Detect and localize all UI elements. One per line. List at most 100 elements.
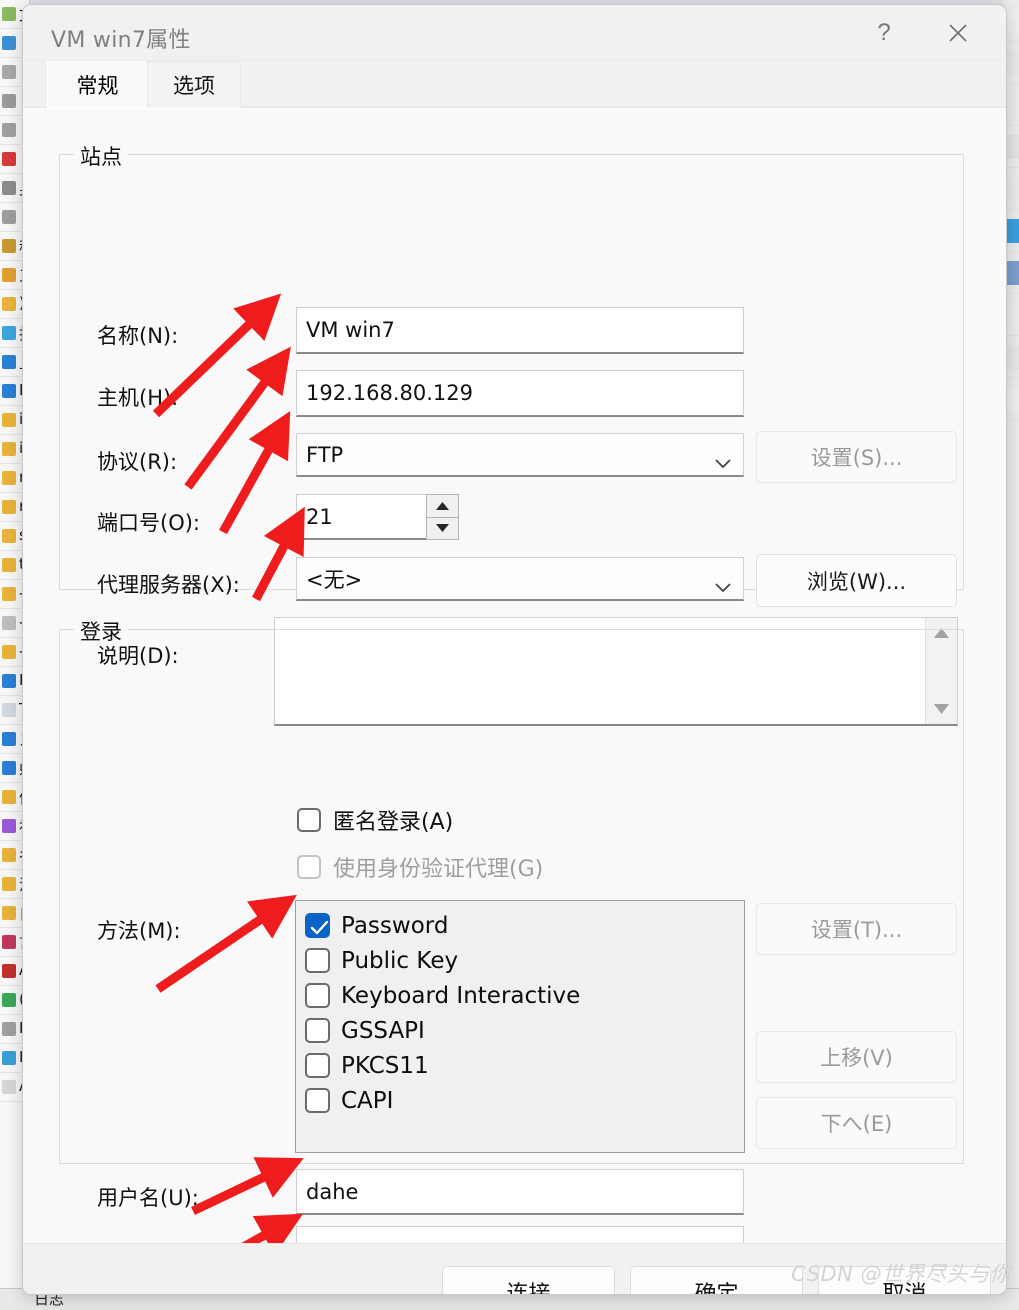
background-file-icon [2,471,16,485]
background-file-icon [2,587,16,601]
protocol-settings-label: 设置(S)... [810,446,903,470]
method-settings-button[interactable]: 设置(T)... [756,903,957,955]
background-file-icon [2,181,16,195]
checkbox-checked-icon[interactable] [305,913,330,938]
method-list-item-label: CAPI [341,1087,394,1114]
checkbox-icon[interactable] [305,1053,330,1078]
method-listbox[interactable]: Password Public Key Keyboard Interactive GS… [295,900,745,1153]
background-file-icon [2,790,16,804]
use-auth-agent-label: 使用身份验证代理(G) [333,857,544,882]
dialog-body: 站点 名称(N): VM win7 主机(H): 192.168.80.129 … [23,108,1006,1272]
method-list-item[interactable]: Password [305,908,744,943]
background-file-icon [2,558,16,572]
ok-button[interactable]: 确定 [630,1266,803,1295]
method-move-down-button[interactable]: 下へ(E) [756,1097,957,1149]
tab-options[interactable]: 选项 [147,61,241,108]
port-spin-buttons [426,494,459,540]
username-input[interactable]: dahe [296,1169,744,1215]
method-list-item-label: Keyboard Interactive [341,982,581,1009]
background-file-icon [2,616,16,630]
anonymous-login-label: 匿名登录(A) [333,810,454,835]
tab-options-label: 选项 [173,74,215,98]
background-file-icon [2,819,16,833]
port-input[interactable]: 21 [296,494,426,540]
method-settings-label: 设置(T)... [810,918,903,942]
background-file-icon [2,94,16,108]
method-list-item-label: GSSAPI [341,1017,425,1044]
login-group-title: 登录 [74,616,128,646]
method-list-item[interactable]: GSSAPI [305,1013,744,1048]
close-icon[interactable] [928,5,988,61]
name-input[interactable]: VM win7 [296,307,744,354]
checkbox-icon [297,808,321,832]
proxy-label: 代理服务器(X): [97,573,240,597]
tab-general[interactable]: 常规 [47,61,147,108]
checkbox-icon[interactable] [305,948,330,973]
background-file-icon [2,65,16,79]
method-list-item-label: PKCS11 [341,1052,429,1079]
connect-label: 连接 [506,1282,551,1295]
background-file-icon [2,1080,16,1094]
protocol-settings-button[interactable]: 设置(S)... [756,431,957,483]
background-file-icon [2,152,16,166]
checkbox-icon[interactable] [305,1088,330,1113]
host-label: 主机(H): [97,386,179,410]
background-file-icon [2,297,16,311]
background-file-icon [2,268,16,282]
background-file-icon [2,442,16,456]
protocol-value: FTP [306,442,344,467]
background-file-icon [2,993,16,1007]
protocol-label: 协议(R): [97,450,178,474]
method-list-item-label: Password [341,912,449,939]
background-file-icon [2,1022,16,1036]
method-list-item[interactable]: CAPI [305,1083,744,1118]
background-file-icon [2,935,16,949]
watermark: CSDN @世界尽头与你 [791,1262,1011,1286]
background-file-icon [2,877,16,891]
background-file-icon [2,732,16,746]
site-properties-dialog: VM win7属性 ? 常规 选项 站点 名称(N): VM win7 主机(H… [22,4,1007,1295]
anonymous-login-checkbox[interactable]: 匿名登录(A) [297,804,453,836]
background-file-icon [2,1051,16,1065]
dialog-title: VM win7属性 [51,28,191,53]
method-list-item[interactable]: Public Key [305,943,744,978]
port-decrement-button[interactable] [426,517,459,540]
dialog-titlebar[interactable]: VM win7属性 ? [23,5,1006,61]
port-increment-button[interactable] [426,494,459,518]
background-file-icon [2,7,16,21]
use-auth-agent-checkbox[interactable]: 使用身份验证代理(G) [297,851,543,883]
method-move-down-label: 下へ(E) [820,1112,893,1136]
background-file-icon [2,384,16,398]
background-file-icon [2,906,16,920]
tab-strip: 常规 选项 [23,61,1006,108]
method-list-item[interactable]: PKCS11 [305,1048,744,1083]
background-file-icon [2,645,16,659]
chevron-down-icon [715,574,731,592]
proxy-value: <无> [306,567,363,592]
connect-button[interactable]: 连接 [442,1266,615,1295]
background-file-icon [2,123,16,137]
background-file-icon [2,36,16,50]
background-file-icon [2,761,16,775]
help-glyph: ? [877,19,891,46]
name-label: 名称(N): [97,324,179,348]
method-move-up-label: 上移(V) [820,1046,893,1070]
proxy-combobox[interactable]: <无> [296,557,744,601]
username-label: 用户名(U): [97,1186,199,1210]
protocol-combobox[interactable]: FTP [296,433,744,477]
ok-label: 确定 [694,1282,739,1295]
host-input[interactable]: 192.168.80.129 [296,370,744,417]
method-list-item[interactable]: Keyboard Interactive [305,978,744,1013]
proxy-browse-button[interactable]: 浏览(W)... [756,554,957,607]
checkbox-icon[interactable] [305,1018,330,1043]
background-file-icon [2,964,16,978]
background-file-icon [2,529,16,543]
port-stepper[interactable]: 21 [296,494,459,540]
chevron-down-icon [715,450,731,468]
checkbox-icon[interactable] [305,983,330,1008]
method-move-up-button[interactable]: 上移(V) [756,1031,957,1083]
background-file-icon [2,674,16,688]
help-icon[interactable]: ? [854,5,914,61]
background-file-icon [2,413,16,427]
site-group-title: 站点 [74,141,128,171]
